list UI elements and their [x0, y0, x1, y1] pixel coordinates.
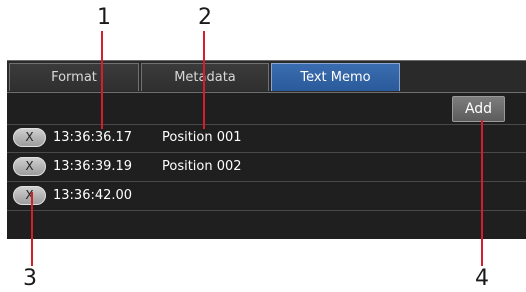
tab-format[interactable]: Format [9, 63, 139, 91]
callout-4-leader [481, 120, 483, 266]
callout-3-leader [31, 192, 33, 266]
memo-text[interactable]: Position 001 [162, 130, 242, 145]
memo-timecode: 13:36:39.19 [53, 159, 133, 174]
delete-memo-button[interactable]: X [13, 186, 46, 205]
callout-2: 2 [198, 5, 212, 30]
tab-bar: Format Metadata Text Memo [7, 61, 526, 93]
memo-panel: Format Metadata Text Memo Add X 13:36:36… [7, 60, 526, 239]
memo-row[interactable]: X 13:36:36.17 Position 001 [7, 124, 526, 153]
memo-row[interactable]: X 13:36:42.00 [7, 182, 526, 211]
delete-memo-button[interactable]: X [13, 128, 46, 147]
tab-metadata[interactable]: Metadata [141, 63, 269, 91]
tab-text-memo[interactable]: Text Memo [271, 63, 400, 91]
delete-memo-button[interactable]: X [13, 157, 46, 176]
callout-1: 1 [97, 5, 111, 30]
memo-timecode: 13:36:36.17 [53, 130, 133, 145]
toolbar-row [7, 93, 526, 125]
memo-row[interactable]: X 13:36:39.19 Position 002 [7, 153, 526, 182]
memo-text[interactable]: Position 002 [162, 159, 242, 174]
callout-1-leader [101, 31, 103, 129]
callout-3: 3 [23, 266, 37, 291]
callout-2-leader [203, 31, 205, 129]
add-memo-button[interactable]: Add [452, 96, 505, 122]
memo-timecode: 13:36:42.00 [53, 188, 133, 203]
callout-4: 4 [475, 266, 489, 291]
